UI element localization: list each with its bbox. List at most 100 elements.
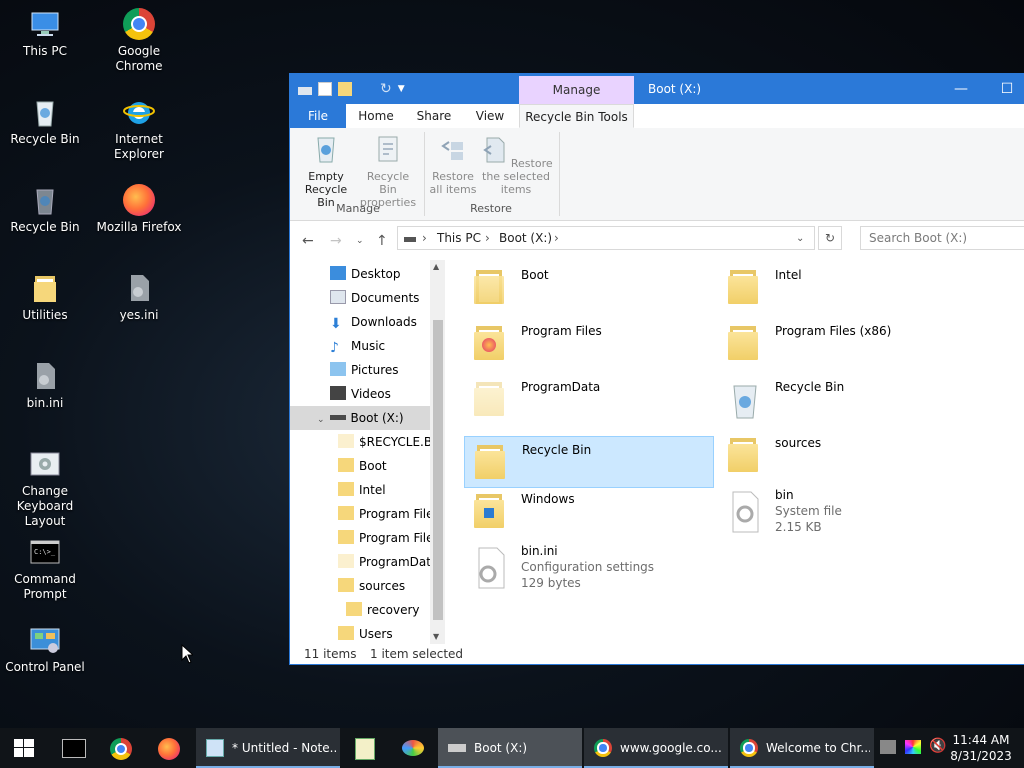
taskbar-task-notepad[interactable]: * Untitled - Note... bbox=[196, 728, 340, 768]
desktop-icon-recycle-bin-2[interactable]: Recycle Bin bbox=[0, 184, 90, 235]
back-arrow-icon[interactable]: ← bbox=[302, 233, 314, 249]
undo-icon[interactable]: ↻ bbox=[380, 81, 392, 97]
nav-item-pictures[interactable]: Pictures bbox=[330, 358, 399, 382]
tab-home[interactable]: Home bbox=[348, 104, 404, 128]
restore-all-items-button[interactable]: Restore all items bbox=[428, 134, 478, 196]
maximize-button[interactable]: ☐ bbox=[984, 74, 1024, 104]
desktop-icon-yes-ini[interactable]: yes.ini bbox=[94, 272, 184, 323]
scroll-up-icon[interactable]: ▲ bbox=[433, 262, 439, 271]
empty-recycle-bin-button[interactable]: Empty Recycle Bin bbox=[296, 134, 356, 209]
task-label: Welcome to Chr... bbox=[766, 741, 870, 755]
nav-item-recycle-bin-folder[interactable]: $RECYCLE.BIN bbox=[338, 430, 445, 454]
tab-file[interactable]: File bbox=[290, 104, 346, 128]
breadcrumb-this-pc[interactable]: This PC bbox=[437, 231, 481, 245]
file-item-boot[interactable]: Boot bbox=[464, 262, 714, 314]
nav-scrollbar[interactable]: ▲ ▼ bbox=[430, 260, 445, 644]
network-icon[interactable] bbox=[880, 740, 896, 754]
system-clock[interactable]: 11:44 AM 8/31/2023 bbox=[950, 732, 1012, 764]
desktop-icon-control-panel[interactable]: Control Panel bbox=[0, 624, 90, 675]
new-folder-icon[interactable] bbox=[338, 82, 352, 96]
nav-item-sources[interactable]: sources bbox=[338, 574, 405, 598]
taskbar-task-explorer[interactable]: Boot (X:) bbox=[438, 728, 582, 768]
nav-item-documents[interactable]: Documents bbox=[330, 286, 419, 310]
volume-muted-icon[interactable]: 🔇 bbox=[929, 738, 946, 754]
file-item-recycle-bin[interactable]: Recycle Bin bbox=[718, 374, 968, 426]
nav-item-programdata[interactable]: ProgramData bbox=[338, 550, 438, 574]
chevron-down-icon[interactable]: ▼ bbox=[398, 84, 405, 94]
recycle-bin-properties-button[interactable]: Recycle Bin properties bbox=[358, 134, 418, 209]
nav-item-program-files[interactable]: Program Files bbox=[338, 502, 440, 526]
taskbar-firefox[interactable] bbox=[146, 728, 192, 768]
file-item-recycle-bin-folder[interactable]: Recycle Bin bbox=[464, 436, 714, 488]
chevron-down-icon[interactable]: ⌄ bbox=[796, 233, 804, 244]
file-explorer-window[interactable]: ↻ ▼ Manage Boot (X:) — ☐ File Home Share… bbox=[289, 73, 1024, 665]
desktop-icon-command-prompt[interactable]: C:\>_ Command Prompt bbox=[0, 536, 90, 602]
minimize-button[interactable]: — bbox=[938, 74, 984, 104]
nav-item-boot[interactable]: Boot bbox=[338, 454, 387, 478]
nav-item-recovery[interactable]: recovery bbox=[346, 598, 420, 622]
file-item-sources[interactable]: sources bbox=[718, 430, 968, 482]
chrome-icon bbox=[110, 738, 132, 760]
nav-item-boot-drive[interactable]: ⌄ Boot (X:) bbox=[290, 406, 430, 430]
scrollbar-thumb[interactable] bbox=[433, 320, 443, 620]
tab-recycle-bin-tools[interactable]: Recycle Bin Tools bbox=[519, 104, 634, 128]
file-item-bin[interactable]: bin System file 2.15 KB bbox=[718, 486, 968, 548]
desktop-icon-mozilla-firefox[interactable]: Mozilla Firefox bbox=[94, 184, 184, 235]
file-item-program-files-x86[interactable]: Program Files (x86) bbox=[718, 318, 968, 370]
desktop-icon-change-keyboard-layout[interactable]: Change Keyboard Layout bbox=[0, 448, 90, 529]
chevron-right-icon[interactable]: › bbox=[422, 231, 427, 245]
tab-view[interactable]: View bbox=[464, 104, 516, 128]
file-item-programdata[interactable]: ProgramData bbox=[464, 374, 714, 426]
chevron-right-icon[interactable]: › bbox=[485, 231, 490, 245]
file-item-program-files[interactable]: Program Files bbox=[464, 318, 714, 370]
restore-selected-items-button[interactable]: Restore the selected items bbox=[478, 134, 554, 196]
desktop-icon-recycle-bin[interactable]: Recycle Bin bbox=[0, 96, 90, 147]
tab-share[interactable]: Share bbox=[406, 104, 462, 128]
folder-icon bbox=[338, 626, 354, 640]
nav-item-desktop[interactable]: Desktop bbox=[330, 262, 401, 286]
search-input[interactable]: Search Boot (X:) bbox=[860, 226, 1024, 250]
file-item-intel[interactable]: Intel bbox=[718, 262, 968, 314]
desktop-icon-internet-explorer[interactable]: Internet Explorer bbox=[94, 96, 184, 162]
taskbar-app-editor[interactable] bbox=[342, 728, 388, 768]
desktop-icon-utilities[interactable]: Utilities bbox=[0, 272, 90, 323]
breadcrumb-boot[interactable]: Boot (X:) bbox=[499, 231, 552, 245]
file-name: Recycle Bin bbox=[775, 380, 845, 394]
address-bar[interactable]: › This PC › Boot (X:) › ⌄ bbox=[397, 226, 815, 250]
pictures-icon bbox=[330, 362, 346, 376]
taskbar-task-chrome-google[interactable]: www.google.co... bbox=[584, 728, 728, 768]
properties-icon[interactable] bbox=[318, 82, 332, 96]
up-arrow-icon[interactable]: ↑ bbox=[376, 233, 388, 249]
file-item-windows[interactable]: Windows bbox=[464, 486, 714, 538]
title-bar[interactable]: ↻ ▼ Manage Boot (X:) — ☐ bbox=[290, 74, 1024, 104]
forward-arrow-icon[interactable]: → bbox=[330, 233, 342, 249]
recent-locations-chevron-icon[interactable]: ⌄ bbox=[356, 236, 364, 246]
nav-item-videos[interactable]: Videos bbox=[330, 382, 391, 406]
display-icon[interactable] bbox=[905, 740, 921, 754]
taskbar-command-prompt[interactable] bbox=[50, 728, 96, 768]
nav-item-label: Users bbox=[359, 627, 393, 641]
nav-item-downloads[interactable]: ⬇ Downloads bbox=[330, 310, 417, 334]
manage-context-tab[interactable]: Manage bbox=[519, 76, 634, 104]
scroll-down-icon[interactable]: ▼ bbox=[433, 632, 439, 641]
nav-item-users[interactable]: Users bbox=[338, 622, 393, 644]
nav-item-intel[interactable]: Intel bbox=[338, 478, 386, 502]
taskbar-app-paint[interactable] bbox=[390, 728, 436, 768]
nav-item-label: Pictures bbox=[351, 363, 399, 377]
nav-item-music[interactable]: ♪ Music bbox=[330, 334, 385, 358]
chevron-down-icon[interactable]: ⌄ bbox=[317, 415, 325, 425]
desktop-icon-google-chrome[interactable]: Google Chrome bbox=[94, 8, 184, 74]
refresh-button[interactable]: ↻ bbox=[818, 226, 842, 250]
nav-item-program-files-x86[interactable]: Program Files bbox=[338, 526, 440, 550]
taskbar-task-chrome-welcome[interactable]: Welcome to Chr... bbox=[730, 728, 874, 768]
svg-text:C:\>_: C:\>_ bbox=[34, 548, 56, 556]
desktop-icon-bin-ini[interactable]: bin.ini bbox=[0, 360, 90, 411]
taskbar-chrome[interactable] bbox=[98, 728, 144, 768]
clock-time: 11:44 AM bbox=[952, 733, 1010, 747]
file-size: 2.15 KB bbox=[775, 520, 822, 534]
file-item-bin-ini[interactable]: bin.ini Configuration settings 129 bytes bbox=[464, 542, 714, 604]
desktop-icon-this-pc[interactable]: This PC bbox=[0, 8, 90, 59]
chevron-right-icon[interactable]: › bbox=[554, 231, 559, 245]
start-button[interactable] bbox=[0, 728, 48, 768]
desktop-icon-label: This PC bbox=[23, 44, 67, 58]
